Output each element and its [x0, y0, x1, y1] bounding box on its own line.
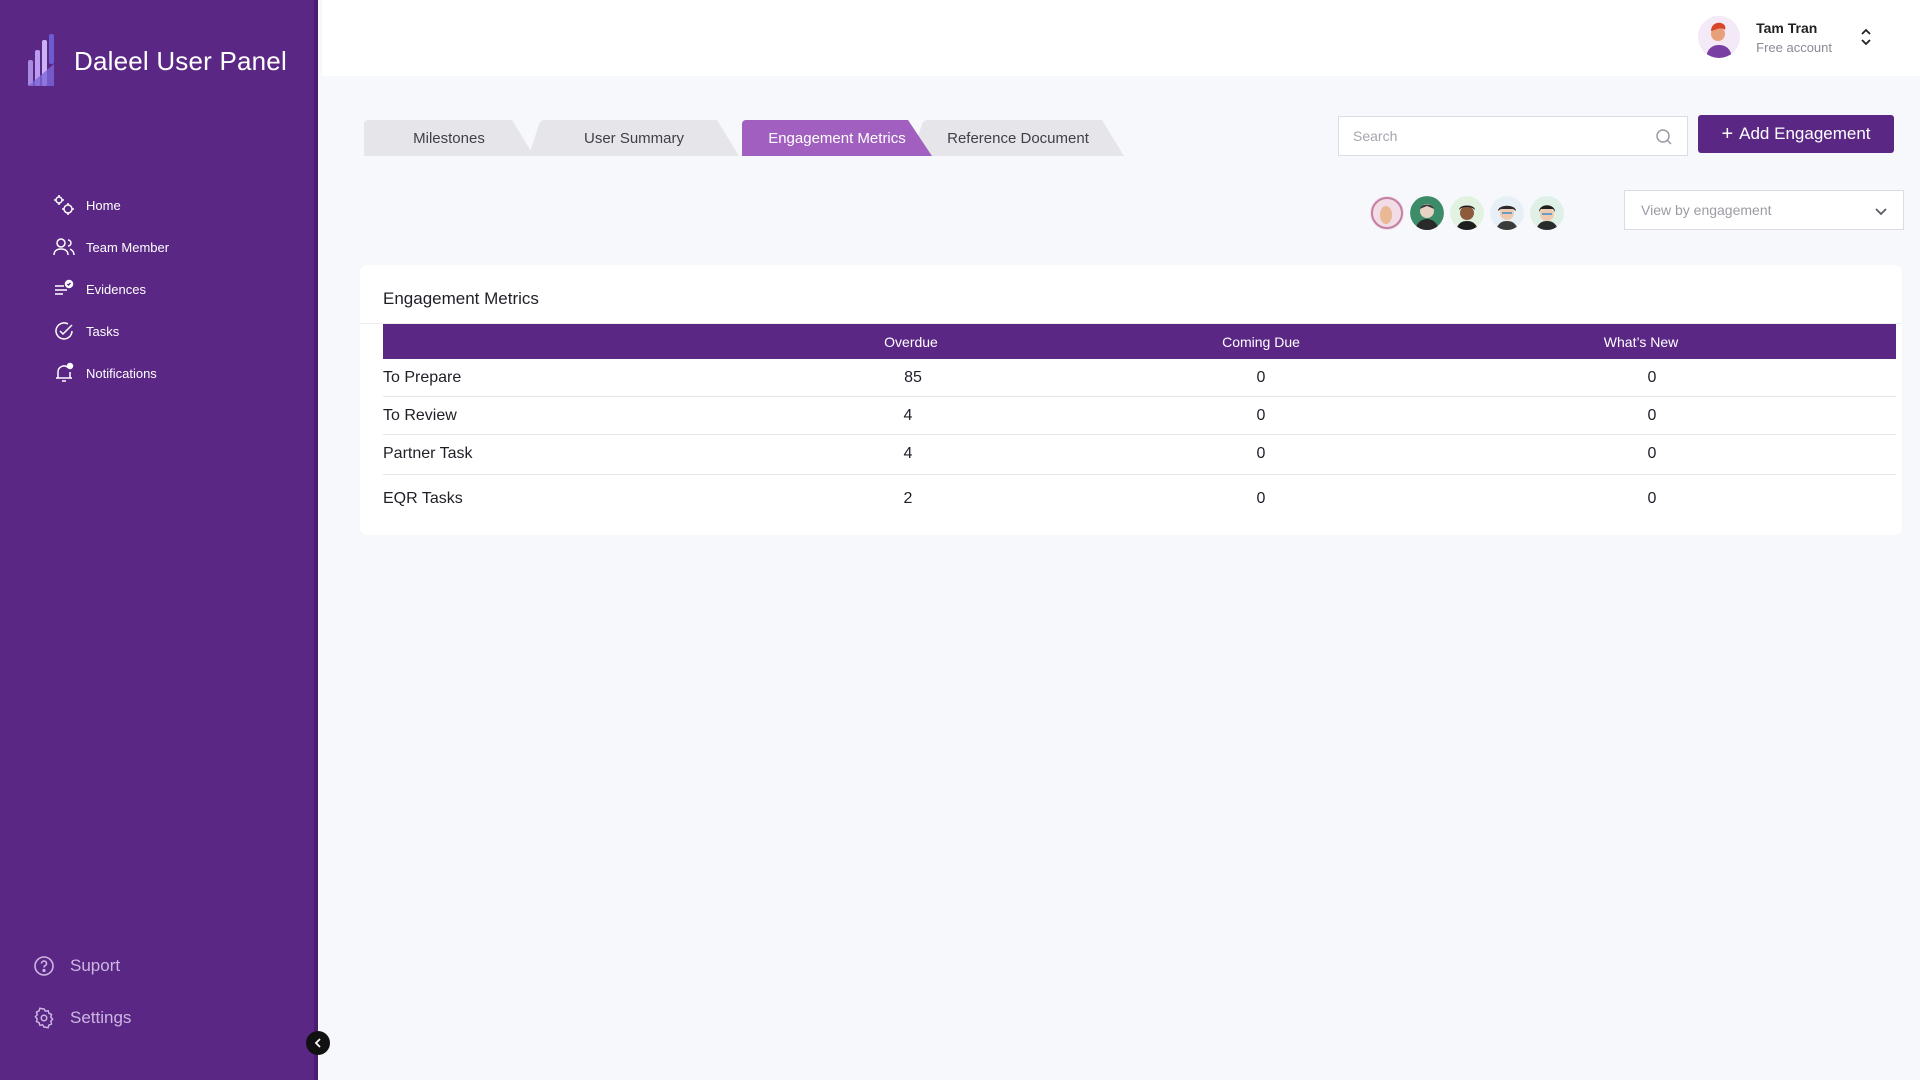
home-gears-icon — [52, 193, 76, 217]
add-engagement-button[interactable]: + Add Engagement — [1698, 115, 1894, 153]
search-box — [1338, 116, 1688, 156]
gear-icon — [32, 1006, 56, 1030]
coming-due-count: 0 — [1256, 369, 1266, 386]
tab-label: Engagement Metrics — [768, 129, 906, 147]
team-avatars — [1370, 196, 1570, 230]
sidebar-item-label: Evidences — [86, 281, 146, 297]
card-title: Engagement Metrics — [383, 289, 539, 308]
app-title: Daleel User Panel — [74, 45, 287, 76]
chevron-left-icon — [314, 1038, 321, 1048]
avatar — [1698, 16, 1741, 58]
tab-milestones[interactable]: Milestones — [364, 120, 534, 156]
sidebar-item-label: Suport — [70, 956, 121, 975]
sidebar-item-label: Settings — [70, 1008, 132, 1027]
row-label: To Prepare — [383, 369, 462, 386]
sidebar: Daleel User Panel Home Team Member Evide… — [0, 0, 318, 1080]
search-icon[interactable] — [1655, 128, 1673, 151]
tab-label: Milestones — [413, 129, 485, 147]
column-header-overdue: Overdue — [884, 333, 938, 350]
overdue-count: 4 — [903, 407, 913, 424]
table-row[interactable]: EQR Tasks 2 0 0 — [383, 475, 1896, 525]
coming-due-count: 0 — [1256, 407, 1266, 424]
row-label: To Review — [383, 407, 457, 424]
row-label: Partner Task — [383, 445, 473, 462]
table-row[interactable]: Partner Task 4 0 0 — [383, 435, 1896, 475]
overdue-count: 4 — [903, 445, 913, 462]
top-bar: Tam Tran Free account — [322, 0, 1920, 76]
tab-label: User Summary — [583, 129, 684, 147]
sidebar-bottom-nav: Suport Settings — [32, 940, 131, 1044]
avatar[interactable] — [1410, 196, 1444, 230]
coming-due-count: 0 — [1256, 445, 1266, 462]
table-row[interactable]: To Prepare 85 0 0 — [383, 359, 1896, 397]
chevron-up-down-icon — [1861, 28, 1871, 46]
sidebar-item-label: Tasks — [86, 323, 120, 339]
brand: Daleel User Panel — [28, 34, 287, 88]
sidebar-item-team-member[interactable]: Team Member — [52, 226, 169, 268]
avatar[interactable] — [1370, 196, 1404, 230]
sidebar-item-label: Team Member — [86, 239, 170, 255]
whats-new-count: 0 — [1647, 445, 1657, 462]
tab-user-summary[interactable]: User Summary — [529, 120, 739, 156]
tasks-icon — [52, 319, 76, 343]
whats-new-count: 0 — [1647, 490, 1657, 507]
table-row[interactable]: To Review 4 0 0 — [383, 397, 1896, 435]
tab-reference-document[interactable]: Reference Document — [912, 120, 1124, 156]
help-icon — [32, 954, 56, 978]
sidebar-item-label: Home — [86, 197, 121, 213]
overdue-count: 2 — [903, 490, 913, 507]
sidebar-item-evidences[interactable]: Evidences — [52, 268, 169, 310]
user-name: Tam Tran — [1756, 19, 1818, 36]
user-info: Tam Tran Free account — [1756, 20, 1832, 55]
chevron-down-icon — [1875, 208, 1887, 216]
evidences-icon — [52, 277, 76, 301]
sidebar-item-tasks[interactable]: Tasks — [52, 310, 169, 352]
collapse-sidebar-button[interactable] — [306, 1031, 330, 1055]
sidebar-item-settings[interactable]: Settings — [32, 992, 131, 1044]
engagement-metrics-card: Engagement Metrics Overdue Coming Due Wh… — [360, 265, 1902, 535]
bell-icon — [52, 361, 76, 385]
sidebar-item-home[interactable]: Home — [52, 184, 169, 226]
plus-icon: + — [1721, 123, 1734, 145]
tab-label: Reference Document — [947, 129, 1089, 147]
sidebar-item-notifications[interactable]: Notifications — [52, 352, 169, 394]
user-plan: Free account — [1756, 39, 1832, 55]
search-input[interactable] — [1339, 128, 1639, 144]
view-by-value: View by engagement — [1641, 202, 1772, 218]
sidebar-item-label: Notifications — [86, 365, 157, 381]
row-label: EQR Tasks — [383, 490, 463, 507]
user-menu[interactable]: Tam Tran Free account — [1698, 16, 1874, 58]
daleel-logo-icon — [28, 34, 56, 88]
whats-new-count: 0 — [1647, 369, 1657, 386]
sidebar-item-support[interactable]: Suport — [32, 940, 131, 992]
user-menu-toggle[interactable] — [1858, 24, 1874, 50]
column-header-coming-due: Coming Due — [1222, 333, 1300, 350]
table-header: Overdue Coming Due What’s New — [383, 324, 1896, 359]
overdue-count: 85 — [904, 369, 922, 386]
avatar[interactable] — [1530, 196, 1564, 230]
view-by-select[interactable]: View by engagement — [1624, 190, 1904, 230]
add-engagement-label: Add Engagement — [1739, 124, 1871, 143]
tab-bar: Milestones User Summary Engagement Metri… — [364, 120, 1134, 156]
avatar[interactable] — [1450, 196, 1484, 230]
tab-engagement-metrics[interactable]: Engagement Metrics — [742, 120, 932, 156]
coming-due-count: 0 — [1256, 490, 1266, 507]
team-icon — [52, 235, 76, 259]
sidebar-nav: Home Team Member Evidences Tasks Notific… — [52, 184, 169, 394]
whats-new-count: 0 — [1647, 407, 1657, 424]
column-header-whats-new: What’s New — [1603, 333, 1679, 350]
avatar[interactable] — [1490, 196, 1524, 230]
